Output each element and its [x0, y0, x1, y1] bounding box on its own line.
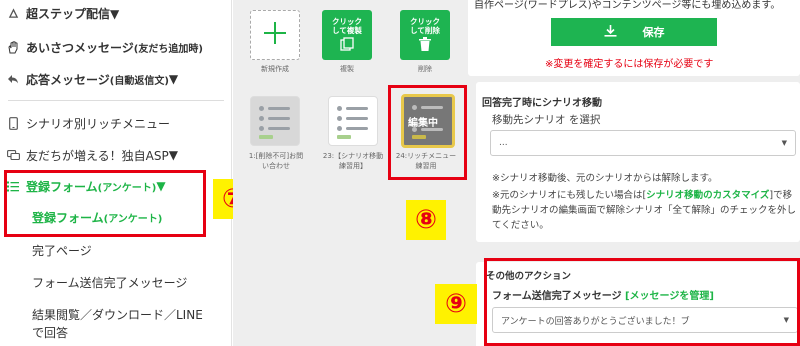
scenario-label-1: 1:[削除不可]お問い合わせ [248, 152, 304, 170]
highlight-box-8 [388, 85, 467, 180]
sidebar-item-reply[interactable]: 応答メッセージ (自動返信文) ▼ [0, 69, 232, 89]
move-select-label: 移動先シナリオ を選択 [492, 114, 601, 126]
copy-icon [340, 37, 354, 53]
sidebar-item-label: 友だちが増える！独自ASP [26, 148, 169, 163]
reply-icon [6, 72, 20, 86]
plus-icon [264, 22, 286, 48]
scenario-move-title: 回答完了時にシナリオ移動 [482, 98, 602, 109]
caret-down-icon: ▼ [781, 139, 787, 147]
scenario-label-2: 23:【シナリオ移動練習用】 [322, 152, 384, 170]
save-button-label: 保存 [642, 26, 665, 39]
sidebar-item-super-step[interactable]: 超ステップ配信▼ [0, 4, 232, 22]
new-create-button[interactable] [250, 10, 300, 60]
sidebar: 超ステップ配信▼ あいさつメッセージ (友だち追加時) 応答メッセージ (自動返… [0, 0, 232, 346]
highlight-box-7 [4, 170, 206, 237]
sidebar-item-label: あいさつメッセージ [26, 40, 134, 55]
sidebar-subitem-results-line1[interactable]: 結果閲覧／ダウンロード／LINE [32, 306, 203, 323]
copy-button[interactable]: クリック して複製 [322, 10, 372, 60]
scenario-panel: 新規作成 クリック して複製 複製 クリック して削除 削除 1:[削除不可]お… [233, 0, 468, 346]
marker-9: ⑨ [435, 284, 477, 324]
top-note: 自作ページ(ワードプレス)やコンテンツページ等にも埋め込めます。 [474, 0, 781, 11]
save-warning: ※変更を確定するには保存が必要です [545, 59, 714, 70]
copy-button-label: クリック して複製 [332, 17, 362, 35]
smartphone-icon [6, 116, 20, 130]
scenario-tile-2[interactable] [328, 96, 378, 146]
move-scenario-select[interactable]: ... ▼ [490, 130, 796, 156]
sidebar-subitem-form-sent-message[interactable]: フォーム送信完了メッセージ [32, 274, 187, 291]
sidebar-subitem-complete-page[interactable]: 完了ページ [32, 242, 92, 259]
new-create-label: 新規作成 [261, 65, 289, 73]
chevron-down-icon: ▼ [168, 72, 179, 86]
marker-8: ⑧ [406, 200, 446, 240]
sidebar-item-rich-menu[interactable]: シナリオ別リッチメニュー [0, 113, 232, 133]
sidebar-item-asp[interactable]: 友だちが増える！独自ASP ▼ [0, 145, 232, 165]
save-button[interactable]: 保存 [551, 18, 717, 46]
move-select-value: ... [499, 138, 508, 148]
divider [8, 100, 224, 101]
trash-icon [419, 37, 431, 53]
note-2: ※元のシナリオにも残したい場合は[シナリオ移動のカスタマイズ]で移動先シナリオの… [492, 188, 796, 233]
settings-panel: 自作ページ(ワードプレス)やコンテンツページ等にも埋め込めます。 回答完了時にシ… [435, 0, 800, 346]
note-2-a: ※元のシナリオにも残したい場合は[ [492, 190, 647, 201]
hand-icon [6, 40, 20, 54]
download-icon [604, 24, 617, 40]
delete-label: 削除 [418, 65, 432, 73]
sidebar-subitem-results-line2[interactable]: で回答 [32, 324, 68, 341]
chevron-down-icon: ▼ [168, 148, 178, 162]
delete-button-label: クリック して削除 [410, 17, 440, 35]
sidebar-item-label: 超ステップ配信▼ [26, 6, 120, 21]
scenario-tile-1[interactable] [250, 96, 300, 146]
copy-label: 複製 [340, 65, 354, 73]
sidebar-item-label: 応答メッセージ [26, 72, 110, 87]
chat-icon [6, 148, 20, 162]
sidebar-item-label: シナリオ別リッチメニュー [26, 116, 171, 131]
sidebar-item-sub: (自動返信文) [109, 75, 169, 87]
note-1: ※シナリオ移動後、元のシナリオからは解除します。 [492, 173, 718, 184]
arrow-icon [6, 6, 20, 20]
sidebar-item-greeting[interactable]: あいさつメッセージ (友だち追加時) [0, 37, 232, 57]
delete-button[interactable]: クリック して削除 [400, 10, 450, 60]
customize-link[interactable]: シナリオ移動のカスタマイズ [646, 190, 769, 201]
sidebar-item-sub: (友だち追加時) [133, 43, 203, 55]
highlight-box-9 [484, 258, 800, 346]
